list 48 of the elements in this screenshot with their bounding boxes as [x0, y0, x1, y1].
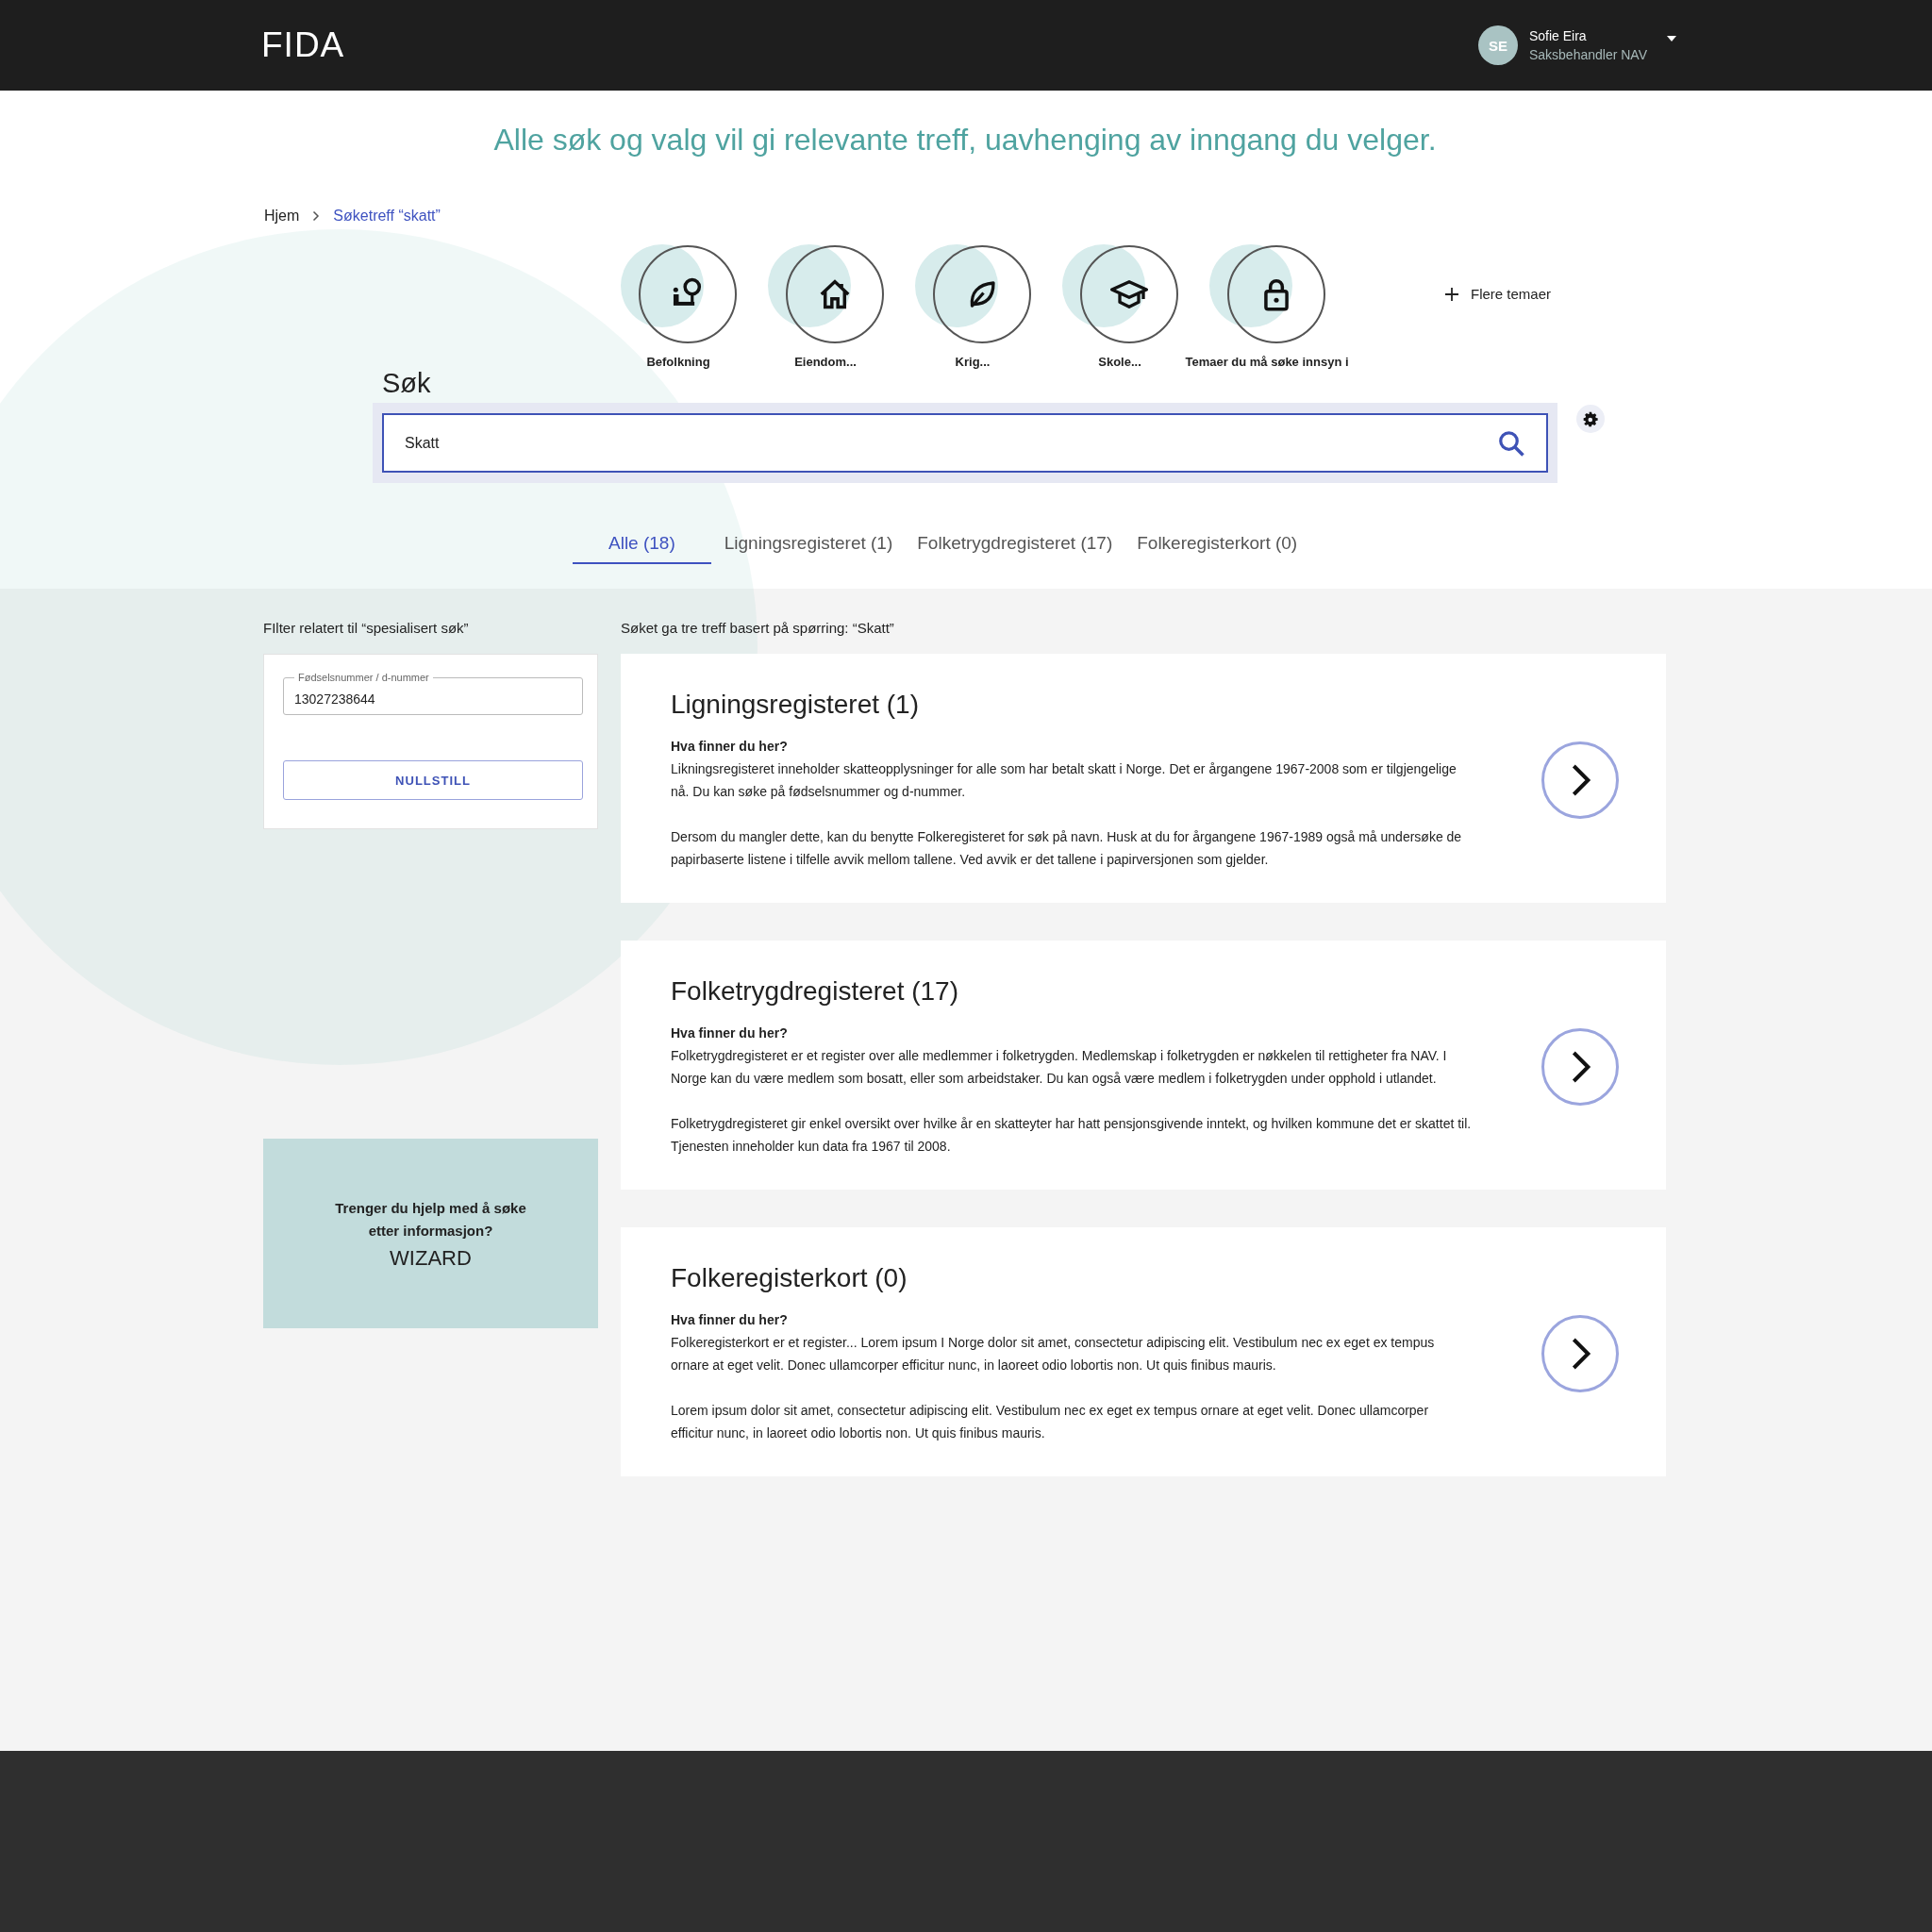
theme-label: Krig... [955, 355, 991, 369]
help-card[interactable]: Trenger du hjelp med å søke etter informasjon? WIZARD [263, 1139, 598, 1328]
theme-button[interactable] [639, 245, 737, 343]
card-title: Folkeregisterkort (0) [671, 1263, 908, 1293]
settings-button[interactable] [1576, 405, 1605, 433]
theme-button[interactable] [1080, 245, 1178, 343]
theme-button[interactable] [1227, 245, 1325, 343]
app-logo[interactable]: FIDA [261, 25, 345, 65]
theme-label: Befolkning [646, 355, 710, 369]
user-name: Sofie Eira [1528, 27, 1588, 45]
card-description: Folkeregisterkort er et register... Lorem ipsum I Norge dolor sit amet, consectetur adipiscing elit. Vestibulum nec ex eget ex tempus ornare at eget velit. Donec ullamcorper efficitur nunc, in laoreet odio lobortis non. Ut quis finibus mauris. [671, 1334, 1436, 1374]
theme-label: Skole... [1098, 355, 1141, 369]
user-role: Saksbehandler NAV [1528, 46, 1647, 64]
breadcrumb-link[interactable]: Hjem [264, 208, 300, 225]
card-description: Likningsregisteret inneholder skatteopplysninger for alle som har betalt skatt i Norge. Det er årgangene 1967-2008 som er tilgjengelige nå. Du kan søke på fødselsnummer og d-nummer. [671, 760, 1457, 801]
theme-button[interactable] [933, 245, 1031, 343]
tab[interactable]: Folkeregisterkort (0) [1125, 525, 1309, 564]
more-themes-button[interactable]: Flere temaer [1444, 286, 1552, 302]
card-description: Folketrygdregisteret gir enkel oversikt over hvilke år en skatteyter har hatt pensjonsgivende inntekt, og hvilken kommune det er skattet til. Tjenesten inneholder kun data fra 1967 til 2008. [671, 1115, 1473, 1156]
search-icon [1497, 428, 1525, 458]
wizard-link[interactable]: WIZARD [390, 1245, 472, 1271]
card-subtitle: Hva finner du her? [671, 738, 789, 756]
tagline: Alle søk og valg vil gi relevante treff, uavhenging av inngang du velger. [492, 122, 1438, 158]
search-field[interactable]: Skatt [382, 413, 1548, 473]
user-avatar: SE [1477, 25, 1518, 65]
card-title: Ligningsregisteret (1) [671, 690, 921, 720]
theme-button[interactable] [786, 245, 884, 343]
tab[interactable]: Ligningsregisteret (1) [712, 525, 905, 564]
card-title: Folketrygdregisteret (17) [671, 976, 959, 1007]
results-summary: Søket ga tre treff basert på spørring: “Skatt” [621, 620, 895, 638]
search-title: Søk [381, 367, 432, 399]
filter-title: FIlter relatert til “spesialisert søk” [263, 620, 470, 638]
card-subtitle: Hva finner du her? [671, 1024, 789, 1042]
settings-icon [1582, 410, 1599, 427]
plus-icon [1444, 286, 1459, 302]
theme-label: Eiendom... [794, 355, 857, 369]
chevron-right-icon [312, 210, 321, 222]
theme-label: Temaer du må søke innsyn i [1185, 355, 1349, 369]
tab[interactable]: Folketrygdregisteret (17) [906, 525, 1124, 564]
tab[interactable]: Alle (18) [573, 525, 711, 564]
help-question: Trenger du hjelp med å søke etter informasjon? [334, 1198, 527, 1241]
card-description: Dersom du mangler dette, kan du benytte Folkeregisteret for søk på navn. Husk at du for årgangene 1967-1989 også må undersøke de papirbaserte listene i tilfelle avvik mellom tallene. Ved avvik er det tallene i papirversjonen som gjelder. [671, 828, 1463, 869]
card-description: Lorem ipsum dolor sit amet, consectetur adipiscing elit. Vestibulum nec ex eget ex tempus ornare at eget velit. Donec ullamcorper efficitur nunc, in laoreet odio lobortis non. Ut quis finibus mauris. [671, 1402, 1430, 1442]
reset-button[interactable]: NULLSTILL [283, 760, 583, 800]
caret-down-icon [1666, 35, 1677, 42]
breadcrumb-current[interactable]: Søketreff “skatt” [333, 208, 441, 225]
card-description: Folketrygdregisteret er et register over alle medlemmer i folketrygden. Medlemskap i folketrygden er nøkkelen til rettigheter fra NAV. I Norge kan du være medlem som bosatt, eller som arbeidstaker. Du kan også være medlem i folketrygden under opphold i utlandet. [671, 1047, 1448, 1088]
card-subtitle: Hva finner du her? [671, 1311, 789, 1329]
